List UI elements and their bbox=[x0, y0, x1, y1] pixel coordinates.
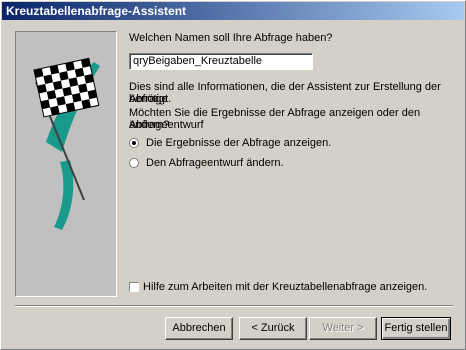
wizard-illustration-panel bbox=[15, 31, 117, 297]
help-checkbox-label: Hilfe zum Arbeiten mit der Kreuztabellen… bbox=[143, 281, 428, 293]
info-text-line2: benötigt. bbox=[129, 93, 172, 105]
question-text-line1: Möchten Sie die Ergebnisse der Abfrage a… bbox=[129, 107, 421, 131]
checkbox-icon[interactable] bbox=[129, 282, 139, 292]
radio-show-results-label: Die Ergebnisse der Abfrage anzeigen. bbox=[146, 137, 332, 149]
button-separator-highlight bbox=[15, 306, 453, 307]
wizard-window: Kreuztabellenabfrage-Assistent Welchen N… bbox=[0, 0, 466, 350]
checkered-flag-icon bbox=[33, 57, 100, 230]
radio-modify-design-label: Den Abfrageentwurf ändern. bbox=[146, 157, 284, 169]
cancel-button[interactable]: Abbrechen bbox=[165, 317, 233, 340]
next-button[interactable]: Weiter > bbox=[309, 317, 377, 340]
question-text-line2: ändern? bbox=[129, 119, 170, 131]
radio-selected-icon[interactable] bbox=[129, 138, 139, 148]
back-button[interactable]: < Zurück bbox=[239, 317, 307, 340]
radio-unselected-icon[interactable] bbox=[129, 158, 139, 168]
window-title: Kreuztabellenabfrage-Assistent bbox=[2, 2, 464, 20]
query-name-input[interactable]: qryBeigaben_Kreuztabelle bbox=[129, 53, 313, 70]
info-text-line1: Dies sind alle Informationen, die der As… bbox=[129, 81, 441, 105]
query-name-prompt: Welchen Namen soll Ihre Abfrage haben? bbox=[129, 32, 333, 44]
finish-button[interactable]: Fertig stellen bbox=[381, 317, 451, 340]
